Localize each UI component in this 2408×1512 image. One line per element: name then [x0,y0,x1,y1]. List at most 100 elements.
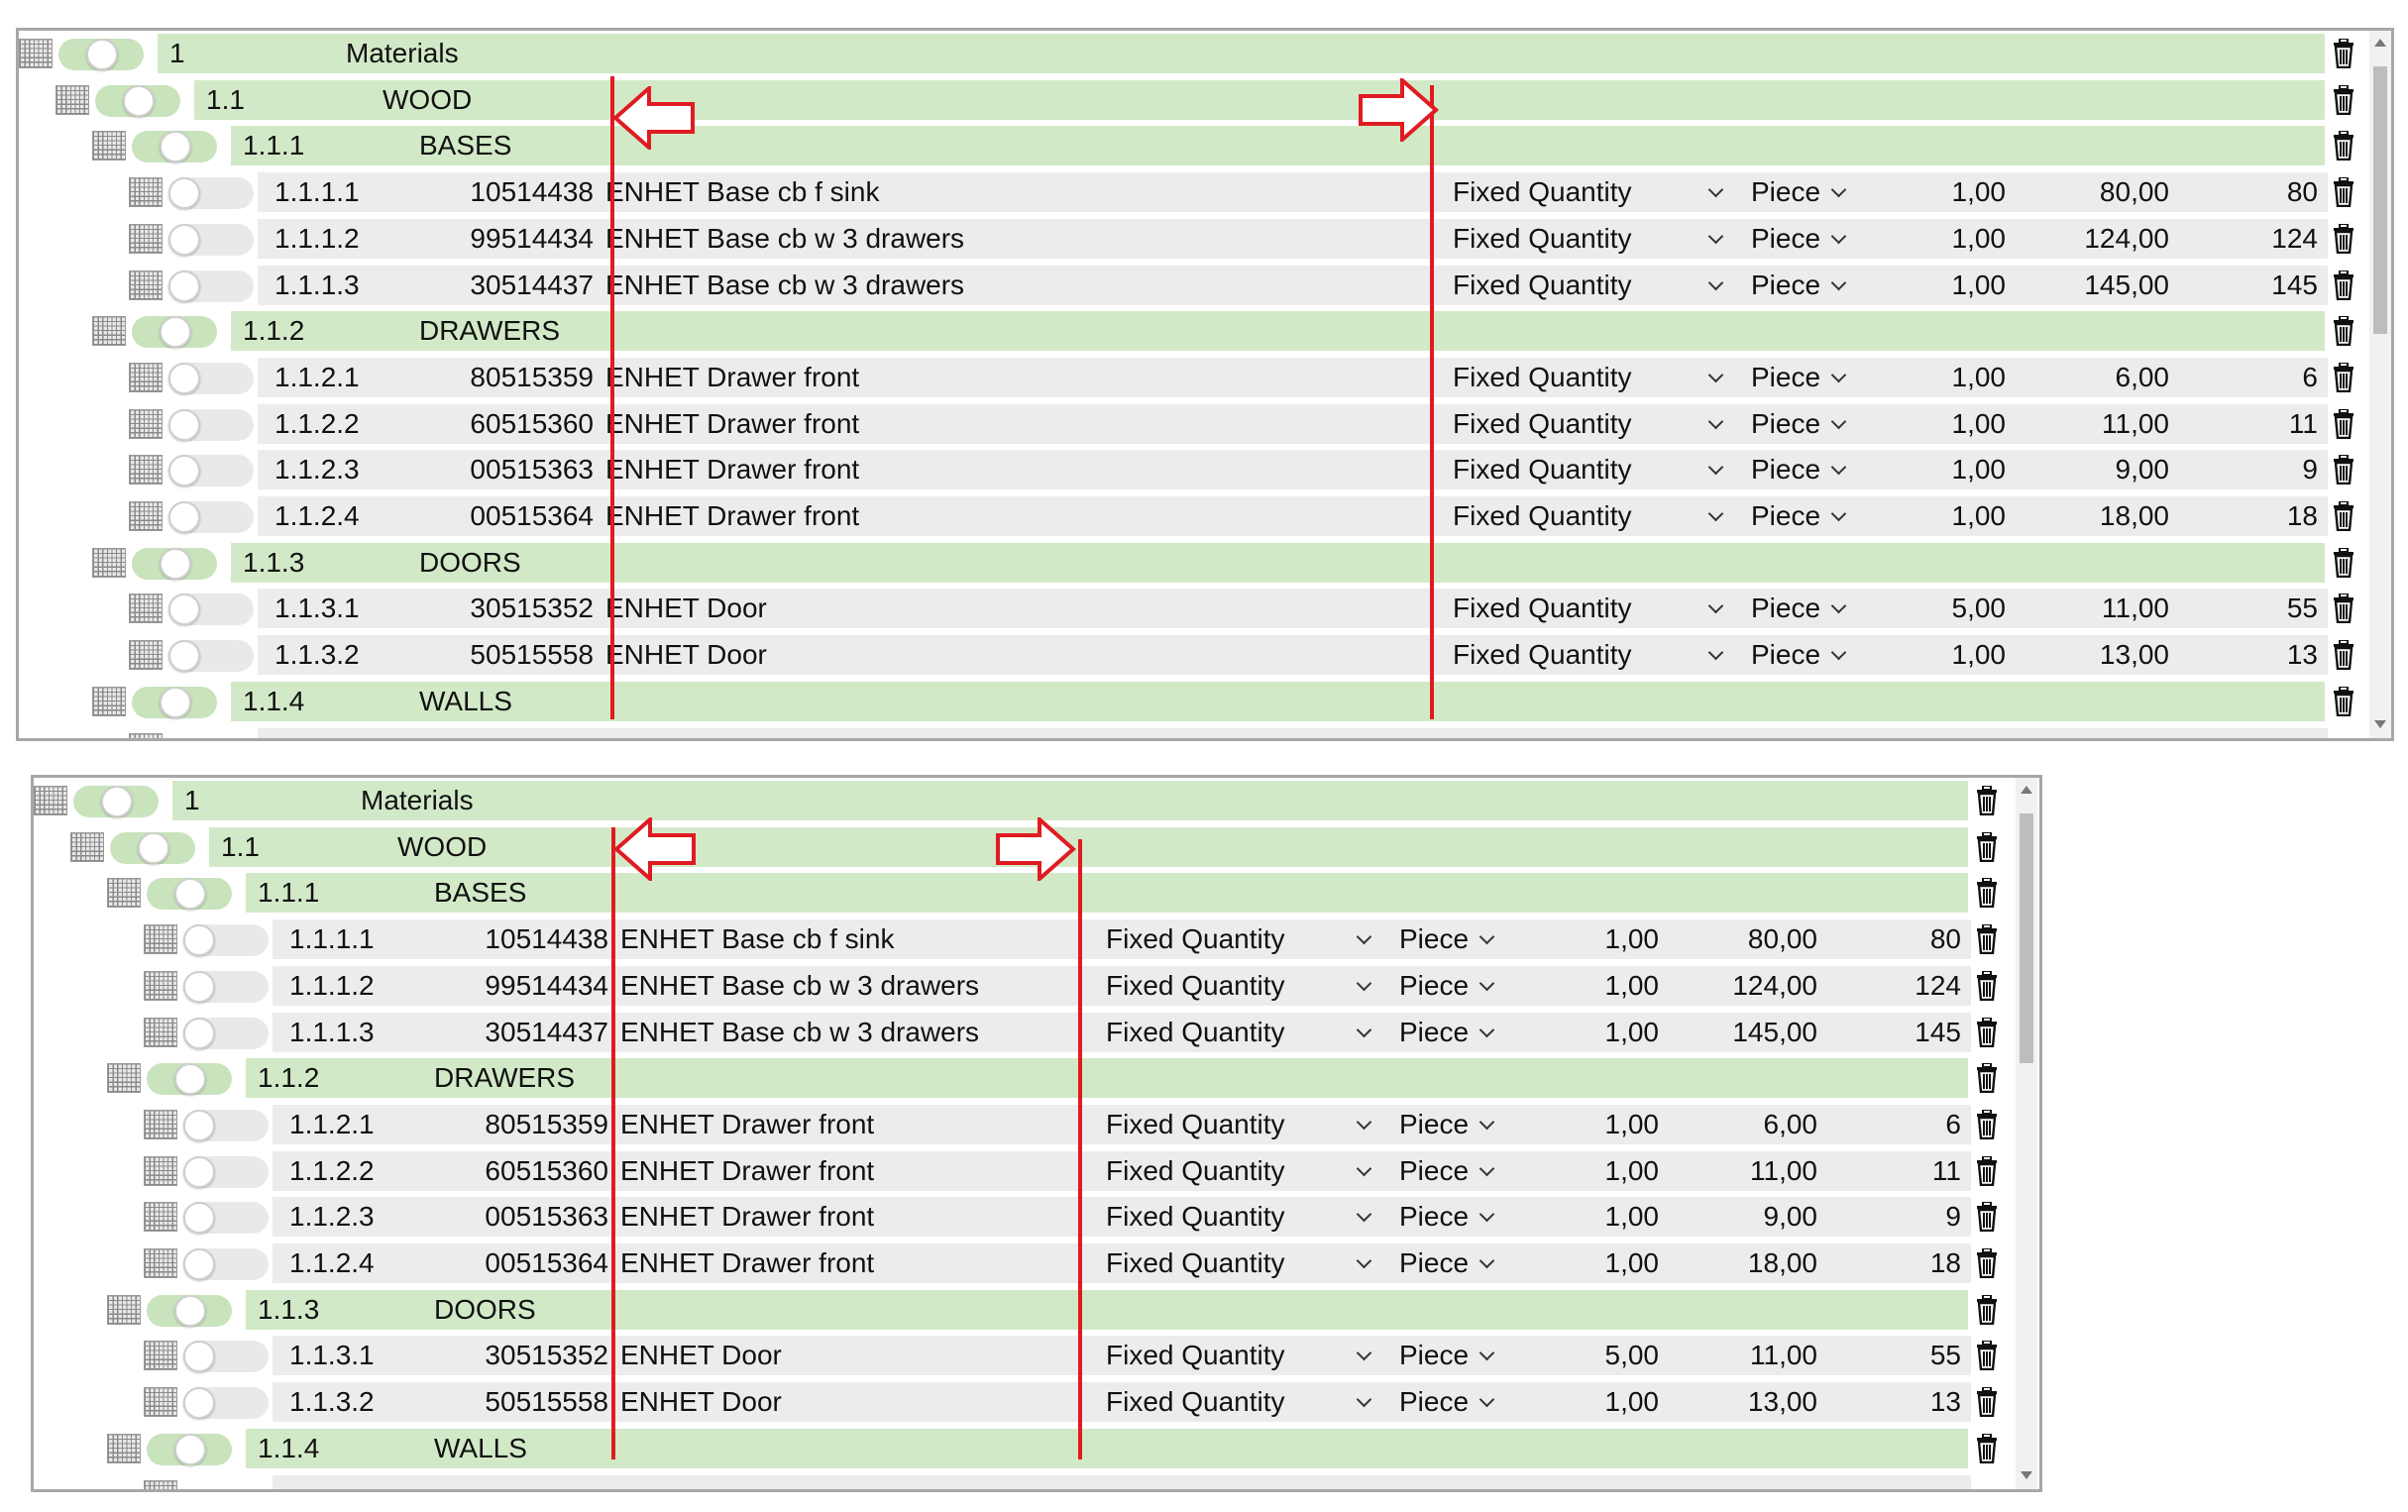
toggle-knob[interactable] [138,831,169,864]
quantity-input[interactable]: 1,00 [1852,358,2016,397]
drag-handle-icon[interactable] [34,786,67,815]
quantity-type-select[interactable]: Fixed Quantity [1096,1243,1391,1283]
trash-icon[interactable] [1976,831,1998,862]
chevron-down-icon[interactable] [1356,1022,1372,1037]
chevron-down-icon[interactable] [1356,1207,1372,1223]
quantity-input[interactable]: 1,00 [1852,635,2016,675]
toggle-knob[interactable] [174,1294,206,1327]
quantity-input[interactable]: 5,00 [1852,589,2016,628]
drag-handle-icon[interactable] [129,732,163,738]
unit-select[interactable]: Piece [1743,172,1852,213]
toggle-switch[interactable] [168,270,254,302]
quantity-input[interactable]: 1,00 [1500,1105,1669,1144]
unit-select[interactable]: Piece [1391,1104,1500,1144]
trash-icon[interactable] [1976,1433,1998,1463]
toggle-knob[interactable] [168,501,200,533]
toggle-knob[interactable] [168,177,200,210]
chevron-down-icon[interactable] [1830,460,1847,476]
quantity-type-select[interactable]: Fixed Quantity [1096,919,1391,960]
chevron-down-icon[interactable] [1478,1160,1495,1176]
quantity-input[interactable]: 1,00 [1852,172,2016,212]
toggle-knob[interactable] [174,878,206,911]
toggle-switch[interactable] [147,1063,232,1096]
chevron-down-icon[interactable] [1707,367,1724,383]
unit-select[interactable]: Piece [1743,589,1852,629]
quantity-type-select[interactable]: Fixed Quantity [1096,1336,1391,1376]
toggle-knob[interactable] [183,924,215,957]
toggle-switch[interactable] [183,1017,269,1049]
drag-handle-icon[interactable] [144,1155,177,1186]
toggle-switch[interactable] [168,594,254,626]
trash-icon[interactable] [1976,878,1998,909]
drag-handle-icon[interactable] [129,270,163,300]
chevron-down-icon[interactable] [1356,975,1372,992]
price-input[interactable]: 124,00 [2016,219,2179,259]
scroll-up-arrow[interactable] [2021,786,2032,794]
drag-handle-icon[interactable] [129,362,163,392]
quantity-type-select[interactable]: Fixed Quantity [1096,1382,1391,1423]
price-input[interactable]: 18,00 [2016,496,2179,536]
toggle-knob[interactable] [168,640,200,673]
toggle-switch[interactable] [132,316,217,349]
quantity-input[interactable]: 1,00 [1852,219,2016,259]
unit-select[interactable]: Piece [1743,357,1852,397]
toggle-switch[interactable] [95,84,180,117]
toggle-switch[interactable] [73,786,159,817]
drag-handle-icon[interactable] [144,1109,177,1139]
trash-icon[interactable] [2333,408,2354,439]
drag-handle-icon[interactable] [19,39,53,68]
trash-icon[interactable] [1976,924,1998,955]
unit-select[interactable]: Piece [1743,635,1852,676]
price-input[interactable]: 6,00 [1669,1105,1827,1144]
drag-handle-icon[interactable] [129,223,163,254]
toggle-switch[interactable] [183,1387,269,1420]
unit-select[interactable]: Piece [1743,218,1852,259]
trash-icon[interactable] [2333,640,2354,671]
quantity-type-select[interactable]: Fixed Quantity [1096,1104,1391,1144]
quantity-input[interactable]: 1,00 [1852,404,2016,444]
chevron-down-icon[interactable] [1356,1391,1372,1408]
trash-icon[interactable] [1976,1387,1998,1418]
drag-handle-icon[interactable] [55,84,89,115]
trash-icon[interactable] [1976,1155,1998,1186]
trash-icon[interactable] [2333,223,2354,254]
toggle-switch[interactable] [183,970,269,1003]
drag-handle-icon[interactable] [144,1479,177,1489]
scroll-down-arrow[interactable] [2374,720,2386,728]
trash-icon[interactable] [2333,594,2354,624]
toggle-knob[interactable] [183,1341,215,1373]
toggle-switch[interactable] [168,455,254,487]
quantity-type-select[interactable]: Fixed Quantity [1443,403,1743,444]
price-input[interactable]: 18,00 [1669,1243,1827,1283]
quantity-input[interactable]: 5,00 [1500,1336,1669,1375]
drag-handle-icon[interactable] [129,594,163,624]
trash-icon[interactable] [2333,39,2354,68]
quantity-input[interactable]: 1,00 [1500,1197,1669,1237]
toggle-knob[interactable] [183,1109,215,1141]
unit-select[interactable]: Piece [1391,1336,1500,1376]
drag-handle-icon[interactable] [107,1063,141,1094]
drag-handle-icon[interactable] [70,831,104,862]
scroll-up-arrow[interactable] [2374,39,2386,47]
drag-handle-icon[interactable] [107,878,141,909]
toggle-switch[interactable] [168,362,254,394]
unit-select[interactable]: Piece [1391,965,1500,1006]
chevron-down-icon[interactable] [1707,228,1724,245]
price-input[interactable]: 11,00 [1669,1336,1827,1375]
trash-icon[interactable] [2333,270,2354,300]
quantity-type-select[interactable]: Fixed Quantity [1443,265,1743,305]
trash-icon[interactable] [2333,131,2354,162]
chevron-down-icon[interactable] [1478,1391,1495,1408]
chevron-down-icon[interactable] [1830,367,1847,383]
chevron-down-icon[interactable] [1478,975,1495,992]
vertical-scrollbar[interactable] [2369,31,2391,738]
trash-icon[interactable] [2333,84,2354,115]
price-input[interactable]: 9,00 [2016,450,2179,489]
toggle-switch[interactable] [168,408,254,441]
unit-select[interactable]: Piece [1743,450,1852,490]
toggle-knob[interactable] [183,1387,215,1420]
toggle-switch[interactable] [183,1341,269,1373]
price-input[interactable]: 13,00 [1669,1382,1827,1422]
price-input[interactable]: 13,00 [2016,635,2179,675]
drag-handle-icon[interactable] [92,131,126,162]
